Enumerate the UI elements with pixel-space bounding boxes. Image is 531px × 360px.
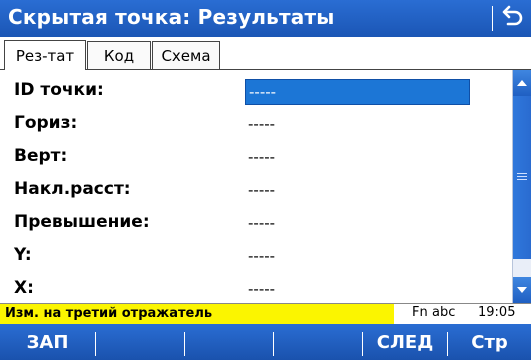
field-label: Гориз: [14, 113, 78, 133]
arrow-up-icon [517, 80, 527, 86]
field-row-point-id: ID точки: ----- [0, 75, 512, 108]
field-row-horizontal: Гориз: ----- [0, 108, 512, 141]
field-label: Накл.расст: [14, 179, 131, 199]
clock: 19:05 [478, 305, 516, 320]
field-row-y: Y: ----- [0, 240, 512, 273]
scroll-down-button[interactable] [513, 277, 531, 303]
page-button[interactable]: Стр [448, 324, 531, 360]
x-value: ----- [248, 280, 276, 298]
field-row-slope-distance: Накл.расст: ----- [0, 174, 512, 207]
field-label: Превышение: [14, 212, 150, 232]
window-title: Скрытая точка: Результаты [8, 5, 335, 29]
scroll-thumb[interactable] [513, 96, 531, 259]
y-value: ----- [248, 247, 276, 265]
field-label: Верт: [14, 146, 68, 166]
field-row-x: X: ----- [0, 273, 512, 306]
results-panel: ID точки: ----- Гориз: ----- Верт: -----… [0, 70, 512, 303]
arrow-down-icon [517, 287, 527, 293]
point-id-field[interactable]: ----- [245, 79, 470, 105]
softkey-bar: ЗАП СЛЕД Стр [0, 324, 531, 360]
tab-scheme[interactable]: Схема [152, 41, 220, 69]
input-mode-indicator: abc [432, 305, 456, 320]
softkey-f3[interactable] [185, 324, 273, 360]
height-diff-value: ----- [248, 214, 276, 232]
title-bar: Скрытая точка: Результаты [0, 0, 531, 37]
return-arrow-icon[interactable] [498, 4, 526, 32]
scrollbar[interactable] [512, 70, 531, 303]
tab-label: Схема [161, 46, 211, 65]
field-label: X: [14, 278, 34, 298]
field-row-height-diff: Превышение: ----- [0, 207, 512, 240]
slope-distance-value: ----- [248, 181, 276, 199]
field-label: ID точки: [14, 80, 104, 100]
vertical-value: ----- [248, 148, 276, 166]
softkey-f4[interactable] [274, 324, 362, 360]
tab-label: Код [103, 46, 135, 65]
scroll-up-button[interactable] [513, 70, 531, 96]
grip-line [517, 179, 527, 180]
title-divider [492, 6, 493, 31]
tab-label: Рез-тат [15, 46, 75, 65]
softkey-f2[interactable] [96, 324, 184, 360]
status-bar: Изм. на третий отражатель Fn abc 19:05 [0, 303, 531, 324]
field-row-vertical: Верт: ----- [0, 141, 512, 174]
fn-indicator: Fn [412, 305, 428, 320]
horizontal-value: ----- [248, 115, 276, 133]
tab-bar: Рез-тат Код Схема [0, 37, 531, 70]
tab-code[interactable]: Код [87, 41, 151, 69]
grip-line [517, 176, 527, 177]
field-label: Y: [14, 245, 32, 265]
next-button[interactable]: СЛЕД [363, 324, 447, 360]
store-button[interactable]: ЗАП [0, 324, 95, 360]
status-message: Изм. на третий отражатель [0, 304, 394, 324]
grip-line [517, 173, 527, 174]
tab-results[interactable]: Рез-тат [4, 40, 86, 70]
